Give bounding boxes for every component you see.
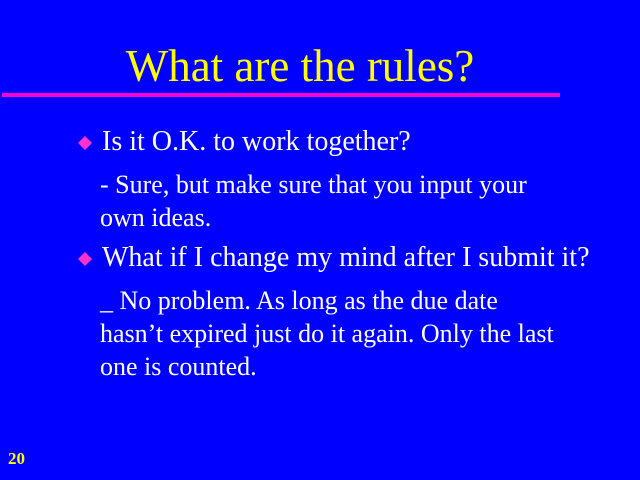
bullet-item-2: What if I change my mind after I submit … — [78, 240, 618, 276]
diamond-bullet-icon — [78, 252, 92, 266]
slide-title: What are the rules? — [125, 41, 475, 91]
bullet-item-1: Is it O.K. to work together? — [78, 124, 618, 160]
slide-content: Is it O.K. to work together? - Sure, but… — [78, 124, 618, 389]
title-underline — [2, 93, 560, 97]
bullet-question: Is it O.K. to work together? — [102, 126, 411, 157]
answer-line: hasn’t expired just do it again. Only th… — [100, 319, 554, 348]
slide: What are the rules? Is it O.K. to work t… — [0, 0, 640, 480]
bullet-answer-1: - Sure, but make sure that you input you… — [78, 168, 618, 234]
bullet-question: What if I change my mind after I submit … — [102, 242, 590, 273]
bullet-answer-2: _ No problem. As long as the due date ha… — [78, 284, 618, 383]
diamond-bullet-icon — [78, 136, 92, 150]
answer-line: own ideas. — [100, 203, 212, 232]
answer-line: _ No problem. As long as the due date — [100, 286, 498, 315]
answer-line: one is counted. — [100, 352, 257, 381]
page-number: 20 — [8, 449, 25, 468]
answer-line: - Sure, but make sure that you input you… — [100, 170, 527, 199]
